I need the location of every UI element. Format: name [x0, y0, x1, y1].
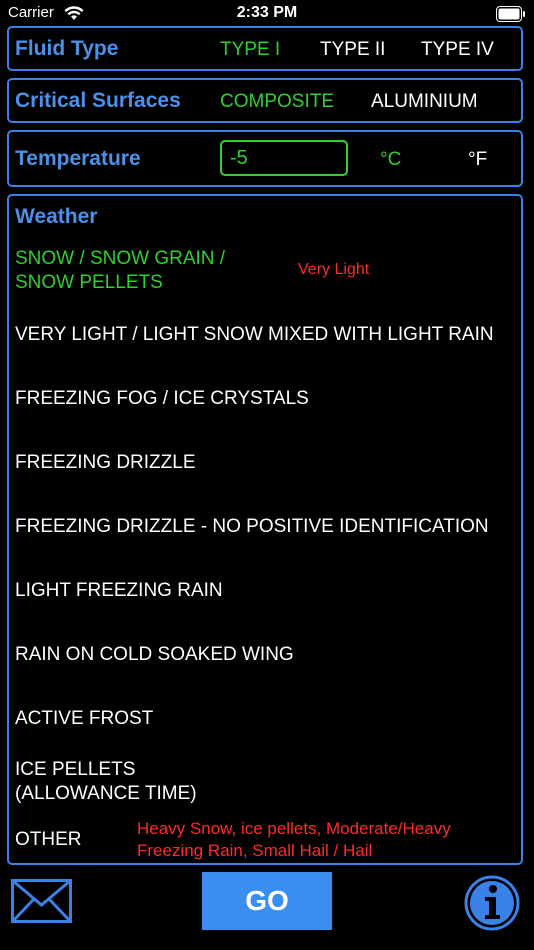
weather-item-light-freezing-rain[interactable]: LIGHT FREEZING RAIN	[15, 579, 223, 603]
weather-item-ice-pellets[interactable]: ICE PELLETS (ALLOWANCE TIME)	[15, 758, 197, 806]
weather-item-line: OTHER	[15, 829, 82, 850]
fluid-type-panel: Fluid Type TYPE I TYPE II TYPE IV	[7, 26, 523, 71]
critical-surfaces-label: Critical Surfaces	[15, 89, 181, 112]
info-icon[interactable]	[463, 874, 521, 932]
option-aluminium[interactable]: ALUMINIUM	[371, 91, 478, 113]
weather-item-freezing-fog[interactable]: FREEZING FOG / ICE CRYSTALS	[15, 387, 309, 411]
weather-item-light-snow-rain[interactable]: VERY LIGHT / LIGHT SNOW MIXED WITH LIGHT…	[15, 323, 494, 347]
other-note-line: Freezing Rain, Small Hail / Hail	[137, 841, 373, 860]
unit-fahrenheit[interactable]: °F	[468, 149, 487, 171]
weather-item-line: FREEZING DRIZZLE - NO POSITIVE IDENTIFIC…	[15, 516, 489, 537]
weather-item-rain-cold-soaked-wing[interactable]: RAIN ON COLD SOAKED WING	[15, 643, 294, 667]
battery-icon	[496, 6, 525, 22]
weather-label: Weather	[15, 205, 98, 228]
option-type-iv[interactable]: TYPE IV	[421, 39, 494, 61]
weather-panel: Weather SNOW / SNOW GRAIN / SNOW PELLETS…	[7, 194, 523, 865]
weather-item-freezing-drizzle-npi[interactable]: FREEZING DRIZZLE - NO POSITIVE IDENTIFIC…	[15, 515, 489, 539]
weather-item-freezing-drizzle[interactable]: FREEZING DRIZZLE	[15, 451, 196, 475]
option-type-i[interactable]: TYPE I	[220, 39, 280, 61]
weather-item-line: LIGHT FREEZING RAIN	[15, 580, 223, 601]
option-composite[interactable]: COMPOSITE	[220, 91, 334, 113]
weather-item-line: FREEZING DRIZZLE	[15, 452, 196, 473]
temperature-panel: Temperature -5 °C °F	[7, 130, 523, 187]
bottom-bar: GO	[0, 866, 534, 950]
intensity-value[interactable]: Very Light	[298, 259, 369, 281]
temperature-input[interactable]: -5	[220, 140, 348, 176]
option-type-ii[interactable]: TYPE II	[320, 39, 385, 61]
weather-item-line: SNOW PELLETS	[15, 272, 163, 293]
unit-celsius[interactable]: °C	[380, 149, 401, 171]
critical-surfaces-panel: Critical Surfaces COMPOSITE ALUMINIUM	[7, 78, 523, 123]
go-button[interactable]: GO	[202, 872, 332, 930]
clock: 2:33 PM	[236, 4, 298, 21]
weather-item-active-frost[interactable]: ACTIVE FROST	[15, 707, 153, 731]
status-bar: Carrier 2:33 PM	[0, 0, 534, 28]
weather-item-line: ICE PELLETS	[15, 759, 136, 780]
weather-item-snow[interactable]: SNOW / SNOW GRAIN / SNOW PELLETS	[15, 247, 225, 295]
weather-item-line: RAIN ON COLD SOAKED WING	[15, 644, 294, 665]
temperature-label: Temperature	[15, 147, 141, 170]
weather-item-line: SNOW / SNOW GRAIN /	[15, 248, 226, 269]
weather-item-line: (ALLOWANCE TIME)	[15, 783, 197, 804]
weather-item-line: ACTIVE FROST	[15, 708, 154, 729]
fluid-type-label: Fluid Type	[15, 37, 119, 60]
weather-item-other[interactable]: OTHER	[15, 828, 82, 852]
other-note: Heavy Snow, ice pellets, Moderate/Heavy …	[137, 818, 451, 862]
weather-item-line: FREEZING FOG / ICE CRYSTALS	[15, 388, 309, 409]
weather-item-line: VERY LIGHT / LIGHT SNOW MIXED WITH LIGHT…	[15, 324, 494, 345]
other-note-line: Heavy Snow, ice pellets, Moderate/Heavy	[137, 819, 451, 838]
mail-icon[interactable]	[11, 879, 72, 923]
